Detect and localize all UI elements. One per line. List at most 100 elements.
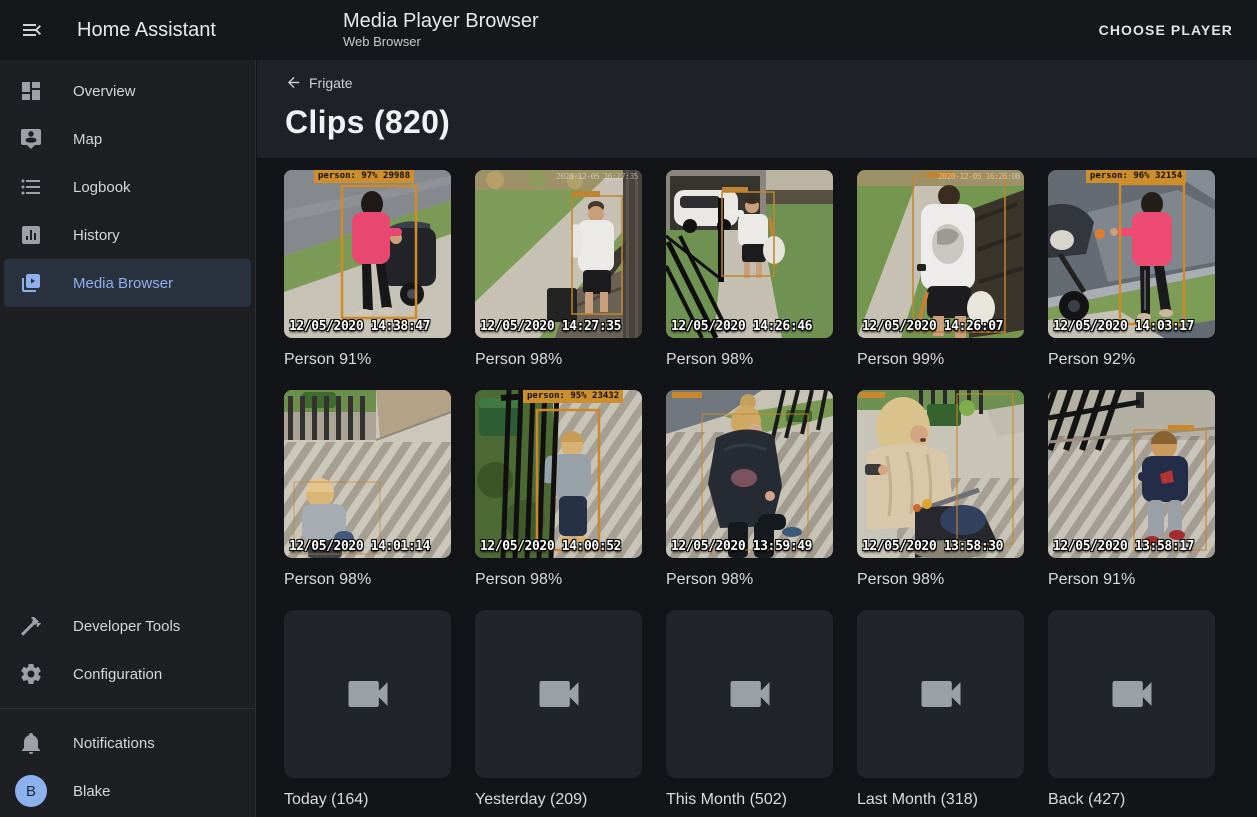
sidebar-toggle-button[interactable]	[8, 6, 56, 54]
video-icon	[342, 668, 394, 720]
sidebar: Overview Map Logbook History Media Brows…	[0, 60, 256, 817]
sidebar-item-configuration[interactable]: Configuration	[4, 650, 251, 698]
user-avatar: B	[15, 775, 47, 807]
sidebar-item-user[interactable]: B Blake	[4, 767, 251, 815]
sidebar-item-logbook[interactable]: Logbook	[4, 163, 251, 211]
clip-caption: Person 91%	[284, 351, 451, 369]
media-browser-header: Frigate Clips (820)	[257, 60, 1257, 158]
folder-item-this-month[interactable]: This Month (502)	[666, 610, 833, 809]
clip-item[interactable]: person: 95% 23432 12/05/2020 14:00:52 Pe…	[475, 390, 642, 589]
folder-label: Last Month (318)	[857, 791, 1024, 809]
folder-thumbnail	[666, 610, 833, 778]
clip-thumbnail: 12/05/2020 14:01:14	[284, 390, 451, 558]
page-title: Media Player Browser	[343, 10, 539, 33]
clips-area: person: 97% 29988 12/05/2020 14:38:47 Pe…	[257, 158, 1257, 817]
account-location-icon	[19, 127, 43, 151]
folder-item-back[interactable]: Back (427)	[1048, 610, 1215, 809]
camera-overlay-timestamp: 2020-12-05 16:27:35	[556, 172, 638, 181]
clip-item[interactable]: 2020-12-05 16:27:35 12/05/2020 14:27:35 …	[475, 170, 642, 369]
folder-thumbnail	[475, 610, 642, 778]
clip-timestamp: 12/05/2020 13:58:30	[862, 539, 1003, 554]
detection-label: person: 97% 29988	[314, 170, 414, 183]
clip-photo	[666, 390, 833, 558]
clip-photo	[857, 170, 1024, 338]
clip-item[interactable]: 12/05/2020 14:26:46 Person 98%	[666, 170, 833, 369]
play-box-multiple-icon	[19, 271, 43, 295]
sidebar-item-label: Notifications	[73, 735, 155, 752]
clip-caption: Person 98%	[284, 571, 451, 589]
clip-timestamp: 12/05/2020 14:00:52	[480, 539, 621, 554]
clip-item[interactable]: 12/05/2020 13:58:17 Person 91%	[1048, 390, 1215, 589]
clip-photo	[1048, 170, 1215, 338]
clip-timestamp: 12/05/2020 14:38:47	[289, 319, 430, 334]
clip-timestamp: 12/05/2020 13:58:17	[1053, 539, 1194, 554]
clip-caption: Person 98%	[666, 571, 833, 589]
clip-timestamp: 12/05/2020 13:59:49	[671, 539, 812, 554]
clip-timestamp: 12/05/2020 14:01:14	[289, 539, 430, 554]
folder-thumbnail	[857, 610, 1024, 778]
page-title-block: Media Player Browser Web Browser	[343, 10, 539, 50]
gear-icon	[19, 662, 43, 686]
choose-player-button[interactable]: CHOOSE PLAYER	[1087, 0, 1245, 60]
clip-item[interactable]: person: 96% 32154 12/05/2020 14:03:17 Pe…	[1048, 170, 1215, 369]
clip-thumbnail: 12/05/2020 13:59:49	[666, 390, 833, 558]
clips-grid: person: 97% 29988 12/05/2020 14:38:47 Pe…	[257, 158, 1257, 809]
detection-label: person: 96% 32154	[1086, 170, 1186, 183]
folder-item-yesterday[interactable]: Yesterday (209)	[475, 610, 642, 809]
breadcrumb-label: Frigate	[309, 75, 353, 91]
clip-timestamp: 12/05/2020 14:27:35	[480, 319, 621, 334]
clip-item[interactable]: person: 97% 29988 12/05/2020 14:38:47 Pe…	[284, 170, 451, 369]
clip-timestamp: 12/05/2020 14:26:46	[671, 319, 812, 334]
app-header: Home Assistant Media Player Browser Web …	[0, 0, 1257, 60]
clip-caption: Person 92%	[1048, 351, 1215, 369]
sidebar-item-history[interactable]: History	[4, 211, 251, 259]
folder-label: Back (427)	[1048, 791, 1215, 809]
sidebar-item-label: Configuration	[73, 666, 162, 683]
page-heading: Clips (820)	[285, 104, 1257, 141]
sidebar-item-map[interactable]: Map	[4, 115, 251, 163]
clip-item[interactable]: 12/05/2020 13:58:30 Person 98%	[857, 390, 1024, 589]
folder-label: Yesterday (209)	[475, 791, 642, 809]
clip-photo	[284, 390, 451, 558]
clip-caption: Person 99%	[857, 351, 1024, 369]
clip-thumbnail: 2020-12-05 16:26:08 12/05/2020 14:26:07	[857, 170, 1024, 338]
clip-photo	[475, 390, 642, 558]
breadcrumb[interactable]: Frigate	[285, 74, 353, 91]
video-icon	[533, 668, 585, 720]
user-name: Blake	[73, 783, 111, 800]
clip-item[interactable]: 12/05/2020 13:59:49 Person 98%	[666, 390, 833, 589]
clip-caption: Person 91%	[1048, 571, 1215, 589]
list-bulleted-icon	[19, 175, 43, 199]
clip-item[interactable]: 12/05/2020 14:01:14 Person 98%	[284, 390, 451, 589]
sidebar-item-label: History	[73, 227, 120, 244]
clip-thumbnail: person: 95% 23432 12/05/2020 14:00:52	[475, 390, 642, 558]
clip-photo	[1048, 390, 1215, 558]
video-icon	[724, 668, 776, 720]
clip-timestamp: 12/05/2020 14:03:17	[1053, 319, 1194, 334]
sidebar-item-overview[interactable]: Overview	[4, 67, 251, 115]
sidebar-header: Home Assistant	[0, 6, 256, 54]
page-subtitle: Web Browser	[343, 35, 539, 50]
sidebar-item-notifications[interactable]: Notifications	[4, 719, 251, 767]
view-dashboard-icon	[19, 79, 43, 103]
folder-thumbnail	[1048, 610, 1215, 778]
sidebar-item-label: Map	[73, 131, 102, 148]
clip-caption: Person 98%	[475, 351, 642, 369]
folder-item-last-month[interactable]: Last Month (318)	[857, 610, 1024, 809]
clip-thumbnail: person: 97% 29988 12/05/2020 14:38:47	[284, 170, 451, 338]
clip-photo	[475, 170, 642, 338]
folder-label: This Month (502)	[666, 791, 833, 809]
sidebar-nav-list: Overview Map Logbook History Media Brows…	[0, 60, 255, 307]
bell-icon	[19, 731, 43, 755]
clip-photo	[284, 170, 451, 338]
app-title: Home Assistant	[77, 19, 216, 42]
clip-caption: Person 98%	[475, 571, 642, 589]
clip-thumbnail: 12/05/2020 14:26:46	[666, 170, 833, 338]
clip-thumbnail: person: 96% 32154 12/05/2020 14:03:17	[1048, 170, 1215, 338]
clip-item[interactable]: 2020-12-05 16:26:08 12/05/2020 14:26:07 …	[857, 170, 1024, 369]
video-icon	[915, 668, 967, 720]
folder-item-today[interactable]: Today (164)	[284, 610, 451, 809]
sidebar-item-developer-tools[interactable]: Developer Tools	[4, 602, 251, 650]
sidebar-item-media-browser[interactable]: Media Browser	[4, 259, 251, 307]
sidebar-item-label: Overview	[73, 83, 136, 100]
